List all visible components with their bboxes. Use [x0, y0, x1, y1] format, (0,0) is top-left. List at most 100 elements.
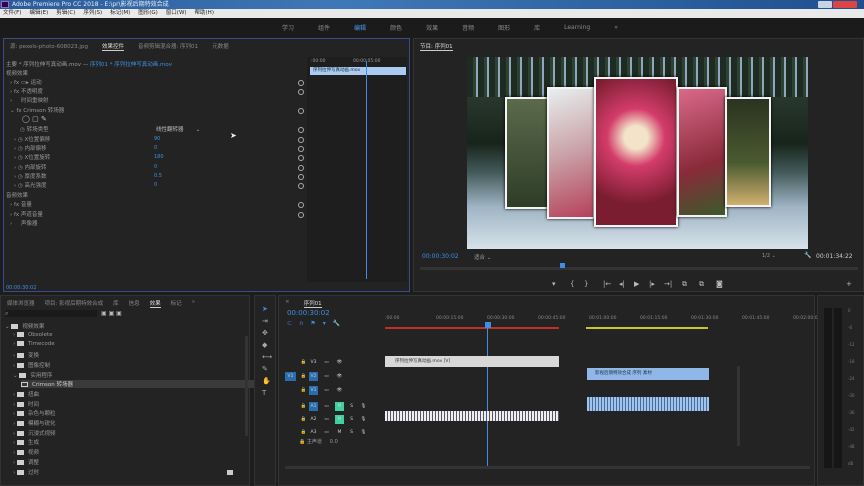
- add-marker-icon[interactable]: ▾: [552, 280, 556, 288]
- effects-tree-item[interactable]: › 模糊与锐化: [13, 419, 55, 427]
- fit-dropdown[interactable]: 适合 ⌄: [474, 253, 491, 261]
- track-sync-icon[interactable]: ▭: [322, 372, 331, 381]
- inner-rotation-value[interactable]: 0: [154, 164, 157, 170]
- effect-channel-volume[interactable]: › fx 声道音量: [10, 210, 43, 218]
- workspace-libraries[interactable]: 库: [534, 23, 540, 32]
- solo-button[interactable]: S: [347, 402, 356, 411]
- effects-tree-item[interactable]: ⌄ 视频效果: [5, 322, 44, 330]
- tab-audio-clip-mixer[interactable]: 音频剪辑混合器: 序列01: [138, 42, 198, 51]
- overwrite-icon[interactable]: ⧉: [699, 280, 704, 289]
- effects-search-input[interactable]: ⌕: [5, 310, 97, 317]
- inner-offset-value[interactable]: 0: [154, 145, 157, 151]
- tabs-overflow[interactable]: »: [192, 299, 195, 308]
- minimize-button[interactable]: [818, 1, 832, 8]
- effect-opacity[interactable]: › fx 不透明度: [10, 87, 43, 95]
- track-sync-icon[interactable]: ▭: [322, 415, 331, 424]
- mask-tools[interactable]: ◯ ▢ ✎: [22, 115, 47, 123]
- mic-icon[interactable]: 🎙: [359, 415, 368, 424]
- program-scrub-bar[interactable]: [420, 267, 858, 270]
- track-sync-icon[interactable]: ▭: [322, 358, 331, 367]
- type-tool-icon[interactable]: T: [262, 390, 270, 397]
- vertical-zoom-scrollbar[interactable]: [737, 366, 740, 446]
- reset-icon[interactable]: [298, 165, 304, 171]
- tab-metadata[interactable]: 元数据: [212, 42, 229, 51]
- tab-info[interactable]: 信息: [129, 299, 140, 308]
- reset-icon[interactable]: [298, 108, 304, 114]
- thickness-value[interactable]: 0.5: [154, 173, 162, 179]
- track-lock-icon[interactable]: 🔒: [299, 386, 308, 395]
- tab-libraries[interactable]: 库: [113, 299, 119, 308]
- menu-edit[interactable]: 编辑(E): [29, 9, 48, 18]
- menu-graphics[interactable]: 图形(G): [138, 9, 158, 18]
- effects-tree-item[interactable]: › 调整: [13, 458, 39, 466]
- reset-icon[interactable]: [298, 174, 304, 180]
- tab-effects[interactable]: 效果: [149, 299, 161, 308]
- tab-media-browser[interactable]: 媒体浏览器: [7, 299, 35, 308]
- close-button[interactable]: [833, 1, 857, 8]
- effect-controls-timecode[interactable]: 00:00:30:02: [6, 285, 37, 291]
- reset-icon[interactable]: [298, 183, 304, 189]
- tab-sequence-01[interactable]: 序列01: [303, 299, 322, 308]
- menu-window[interactable]: 窗口(W): [166, 9, 187, 18]
- workspace-learning[interactable]: Learning: [564, 24, 590, 31]
- workspace-effects[interactable]: 效果: [426, 23, 438, 32]
- reset-icon[interactable]: [298, 137, 304, 143]
- track-label-v3[interactable]: V3: [309, 358, 318, 367]
- solo-button[interactable]: S: [347, 428, 356, 437]
- audio-clip-a1[interactable]: [587, 397, 709, 411]
- menu-sequence[interactable]: 序列(S): [83, 9, 102, 18]
- timeline-playhead-handle[interactable]: [485, 322, 491, 328]
- effects-tree-item[interactable]: › 图像控制: [13, 361, 50, 369]
- step-forward-icon[interactable]: |▸: [649, 280, 655, 288]
- mute-button[interactable]: M: [335, 428, 344, 437]
- go-to-in-icon[interactable]: |←: [603, 280, 611, 288]
- button-editor-icon[interactable]: +: [846, 280, 852, 288]
- track-label-a3[interactable]: A3: [309, 428, 318, 437]
- effects-scrollbar[interactable]: [245, 336, 248, 436]
- timeline-timecode[interactable]: 00:00:30:02: [287, 309, 330, 317]
- effects-tree-item[interactable]: › 变换: [13, 351, 39, 359]
- track-lock-icon[interactable]: 🔒: [299, 358, 308, 367]
- effects-tree-item[interactable]: › Obsolete: [13, 331, 52, 338]
- step-back-icon[interactable]: ◂|: [619, 280, 625, 288]
- effects-tree-item[interactable]: › 过时: [13, 468, 39, 476]
- razor-tool-icon[interactable]: ◆: [262, 342, 270, 349]
- clip-v2[interactable]: 影视后期特效合成 序列 素材: [587, 368, 709, 380]
- source-patch-v1[interactable]: V1: [285, 372, 296, 381]
- clip-v3[interactable]: 序列拉伸写真动画.mov [V]: [385, 356, 559, 367]
- mic-icon[interactable]: 🎙: [359, 402, 368, 411]
- timeline-tool-icons[interactable]: ⊂∩⚑▾🔧: [287, 320, 347, 327]
- mini-playhead[interactable]: [366, 61, 367, 279]
- tab-effect-controls[interactable]: 效果控件: [101, 42, 124, 51]
- reset-icon[interactable]: [298, 80, 304, 86]
- effects-tree-item[interactable]: › 沉浸式视频: [13, 429, 55, 437]
- effects-tree-item[interactable]: › 杂色与颗粒: [13, 409, 55, 417]
- track-label-v1[interactable]: V1: [309, 386, 318, 395]
- menu-help[interactable]: 帮助(H): [195, 9, 214, 18]
- effect-time-remap[interactable]: › 时间重映射: [10, 96, 48, 104]
- workspace-editing[interactable]: 编辑: [354, 23, 366, 32]
- workspace-assembly[interactable]: 组件: [318, 23, 330, 32]
- track-label-v2[interactable]: V2: [309, 372, 318, 381]
- wrench-icon[interactable]: 🔧: [804, 252, 811, 259]
- eye-icon[interactable]: 👁: [335, 372, 344, 381]
- ripple-edit-tool-icon[interactable]: ✥: [262, 330, 270, 337]
- track-lock-icon[interactable]: 🔒: [299, 428, 308, 437]
- go-to-out-icon[interactable]: →|: [664, 280, 672, 288]
- hand-tool-icon[interactable]: ✋: [262, 378, 271, 385]
- effects-tree-item[interactable]: › 生成: [13, 438, 39, 446]
- effect-motion[interactable]: › fx ▭▸ 运动: [10, 78, 42, 86]
- track-sync-icon[interactable]: ▭: [322, 428, 331, 437]
- menu-marker[interactable]: 标记(M): [110, 9, 130, 18]
- menu-file[interactable]: 文件(F): [3, 9, 21, 18]
- track-lock-icon[interactable]: 🔒: [299, 372, 308, 381]
- effect-panner[interactable]: › 声像器: [10, 219, 37, 227]
- track-sync-icon[interactable]: ▭: [322, 386, 331, 395]
- track-sync-icon[interactable]: ▭: [322, 402, 331, 411]
- mark-out-icon[interactable]: }: [584, 280, 588, 288]
- tab-markers[interactable]: 标记: [171, 299, 182, 308]
- effects-tree-item[interactable]: Crimson 转场器: [21, 380, 257, 389]
- mute-button[interactable]: M: [335, 415, 344, 424]
- workspace-overflow[interactable]: »: [614, 24, 618, 31]
- workspace-learn[interactable]: 学习: [282, 23, 294, 32]
